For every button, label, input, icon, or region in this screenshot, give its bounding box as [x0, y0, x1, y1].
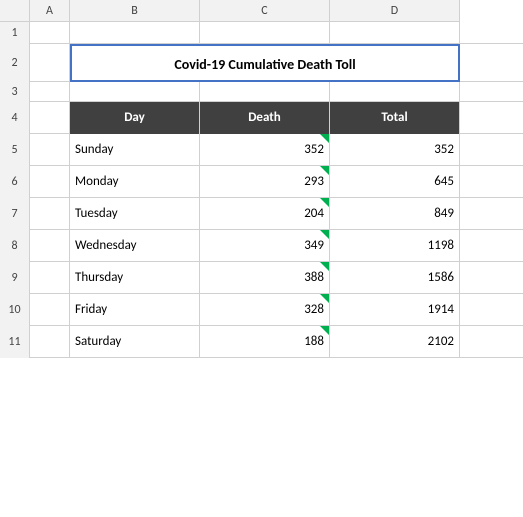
cell-3d[interactable] — [330, 82, 460, 102]
row-num-6: 6 — [0, 166, 30, 198]
row-num-9: 9 — [0, 262, 30, 294]
header-death[interactable]: Death — [200, 102, 330, 134]
cell-8d[interactable]: 1198 — [330, 230, 460, 262]
row-11: 11 Saturday 188 2102 — [0, 326, 523, 358]
cell-5a[interactable] — [30, 134, 70, 166]
row-4: 4 Day Death Total — [0, 102, 523, 134]
cell-9c[interactable]: 388 — [200, 262, 330, 294]
corner-cell — [0, 0, 30, 22]
cell-5c[interactable]: 352 — [200, 134, 330, 166]
row-10: 10 Friday 328 1914 — [0, 294, 523, 326]
row-3: 3 — [0, 82, 523, 102]
cell-11b[interactable]: Saturday — [70, 326, 200, 358]
col-header-c[interactable]: C — [200, 0, 330, 22]
row-num-5: 5 — [0, 134, 30, 166]
row-num-2: 2 — [0, 44, 30, 82]
cell-8b[interactable]: Wednesday — [70, 230, 200, 262]
cell-2a[interactable] — [30, 44, 70, 82]
spreadsheet: A B C D 1 2 Covid-19 Cumulative Death To… — [0, 0, 523, 517]
cell-7d[interactable]: 849 — [330, 198, 460, 230]
cell-9a[interactable] — [30, 262, 70, 294]
column-headers: A B C D — [0, 0, 523, 22]
col-header-d[interactable]: D — [330, 0, 460, 22]
cell-1b[interactable] — [70, 22, 200, 44]
cell-1d[interactable] — [330, 22, 460, 44]
cell-5d[interactable]: 352 — [330, 134, 460, 166]
grid-body: 1 2 Covid-19 Cumulative Death Toll 3 4 D… — [0, 22, 523, 358]
cell-7b[interactable]: Tuesday — [70, 198, 200, 230]
col-header-a[interactable]: A — [30, 0, 70, 22]
cell-7a[interactable] — [30, 198, 70, 230]
cell-6b[interactable]: Monday — [70, 166, 200, 198]
cell-9b[interactable]: Thursday — [70, 262, 200, 294]
cell-1a[interactable] — [30, 22, 70, 44]
row-8: 8 Wednesday 349 1198 — [0, 230, 523, 262]
cell-3b[interactable] — [70, 82, 200, 102]
header-total[interactable]: Total — [330, 102, 460, 134]
title-cell: Covid-19 Cumulative Death Toll — [70, 44, 460, 82]
row-num-3: 3 — [0, 82, 30, 102]
header-day[interactable]: Day — [70, 102, 200, 134]
row-num-7: 7 — [0, 198, 30, 230]
row-num-1: 1 — [0, 22, 30, 44]
row-num-10: 10 — [0, 294, 30, 326]
cell-3c[interactable] — [200, 82, 330, 102]
cell-3a[interactable] — [30, 82, 70, 102]
cell-1c[interactable] — [200, 22, 330, 44]
cell-6a[interactable] — [30, 166, 70, 198]
row-5: 5 Sunday 352 352 — [0, 134, 523, 166]
cell-10a[interactable] — [30, 294, 70, 326]
row-7: 7 Tuesday 204 849 — [0, 198, 523, 230]
cell-9d[interactable]: 1586 — [330, 262, 460, 294]
cell-10c[interactable]: 328 — [200, 294, 330, 326]
col-header-b[interactable]: B — [70, 0, 200, 22]
cell-10d[interactable]: 1914 — [330, 294, 460, 326]
cell-11a[interactable] — [30, 326, 70, 358]
cell-11d[interactable]: 2102 — [330, 326, 460, 358]
cell-11c[interactable]: 188 — [200, 326, 330, 358]
cell-7c[interactable]: 204 — [200, 198, 330, 230]
row-6: 6 Monday 293 645 — [0, 166, 523, 198]
row-num-4: 4 — [0, 102, 30, 134]
cell-4a[interactable] — [30, 102, 70, 134]
row-2: 2 Covid-19 Cumulative Death Toll — [0, 44, 523, 82]
cell-6c[interactable]: 293 — [200, 166, 330, 198]
cell-6d[interactable]: 645 — [330, 166, 460, 198]
cell-8c[interactable]: 349 — [200, 230, 330, 262]
row-num-11: 11 — [0, 326, 30, 358]
cell-10b[interactable]: Friday — [70, 294, 200, 326]
cell-8a[interactable] — [30, 230, 70, 262]
row-9: 9 Thursday 388 1586 — [0, 262, 523, 294]
row-num-8: 8 — [0, 230, 30, 262]
cell-5b[interactable]: Sunday — [70, 134, 200, 166]
row-1: 1 — [0, 22, 523, 44]
